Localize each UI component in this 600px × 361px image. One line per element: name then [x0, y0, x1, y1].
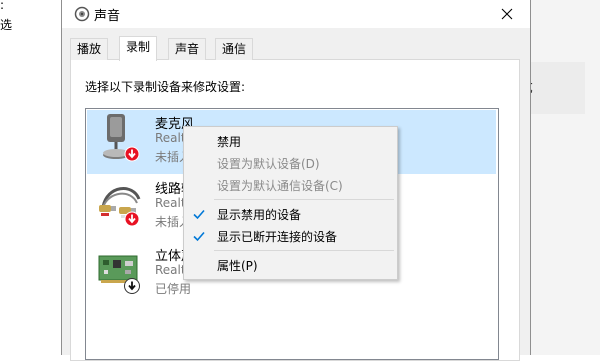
background-text: : [0, 0, 5, 12]
tab-playback[interactable]: 播放 [70, 38, 109, 60]
menu-item-label: 显示已断开连接的设备 [217, 230, 338, 244]
menu-item-set-default-communication-device: 设置为默认通信设备(C) [184, 174, 397, 196]
device-status: 已停用 [155, 282, 192, 296]
close-button[interactable] [484, 0, 530, 28]
instruction-label: 选择以下录制设备来修改设置: [85, 80, 246, 94]
menu-separator [214, 199, 394, 200]
speaker-icon [74, 6, 90, 22]
menu-item-disable[interactable]: 禁用 [184, 130, 397, 152]
menu-item-label: 属性(P) [217, 259, 258, 273]
close-icon [501, 8, 513, 20]
background-window-right [530, 0, 600, 355]
background-panel [530, 62, 585, 114]
tab-recording[interactable]: 录制 [119, 36, 158, 61]
disconnected-red-arrow-icon [124, 211, 140, 227]
menu-item-properties[interactable]: 属性(P) [184, 254, 397, 276]
device-driver: Realt [155, 263, 186, 277]
checkmark-icon [192, 229, 206, 243]
device-driver: Realt [155, 131, 186, 145]
tab-strip: 播放 录制 声音 通信 [70, 36, 510, 61]
menu-item-label: 设置为默认设备(D) [217, 157, 320, 171]
menu-item-set-default-device: 设置为默认设备(D) [184, 152, 397, 174]
disabled-black-arrow-icon [124, 278, 140, 294]
menu-item-label: 设置为默认通信设备(C) [217, 179, 343, 193]
menu-item-show-disabled-devices[interactable]: 显示禁用的设备 [184, 203, 397, 225]
background-window-left: : 选 [0, 0, 60, 355]
menu-item-label: 禁用 [217, 135, 242, 149]
device-driver: Realt [155, 196, 186, 210]
menu-item-label: 显示禁用的设备 [217, 208, 302, 222]
checkmark-icon [192, 207, 206, 221]
tab-sounds[interactable]: 声音 [168, 38, 207, 60]
disconnected-red-arrow-icon [124, 146, 140, 162]
background-text: 选 [0, 18, 13, 32]
menu-separator [214, 250, 394, 251]
menu-item-show-disconnected-devices[interactable]: 显示已断开连接的设备 [184, 225, 397, 247]
tab-communications[interactable]: 通信 [215, 38, 254, 60]
window-title: 声音 [94, 9, 121, 24]
context-menu: 禁用 设置为默认设备(D) 设置为默认通信设备(C) 显示禁用的设备 显示已断开… [183, 126, 398, 280]
title-bar[interactable]: 声音 [62, 0, 530, 28]
